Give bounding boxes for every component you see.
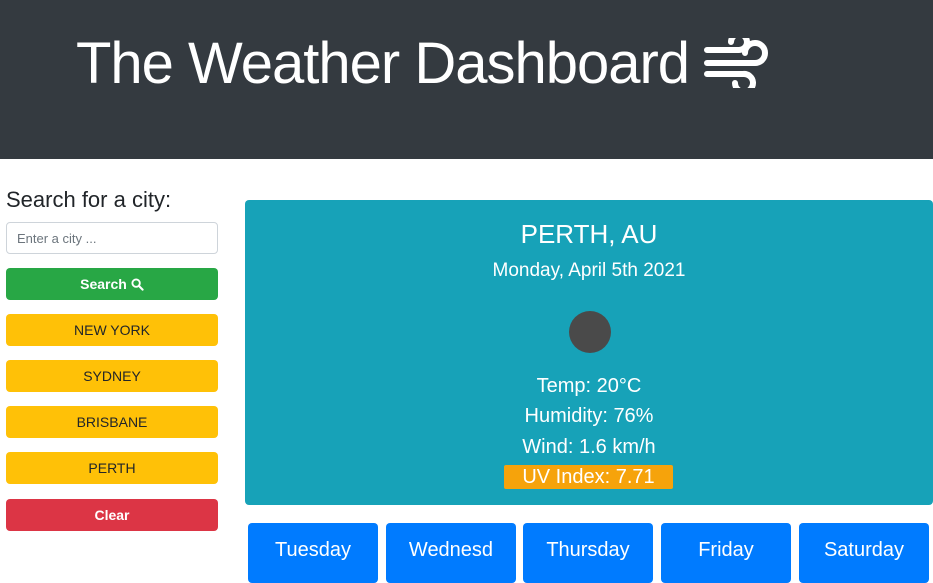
page-title: The Weather Dashboard [76, 31, 690, 96]
current-weather-card: PERTH, AU Monday, April 5th 2021 Temp: 2… [245, 200, 933, 505]
search-button-label: Search [80, 276, 127, 292]
humidity: Humidity: 76% [524, 405, 654, 427]
search-icon [131, 277, 144, 291]
forecast-card-saturday: Saturday [799, 523, 929, 583]
forecast-card-wednesday: Wednesd [386, 523, 516, 583]
city-button-sydney[interactable]: SYDNEY [6, 360, 218, 392]
search-sidebar: Search for a city: Search NEW YORK SYDNE… [6, 186, 218, 531]
uv-index-badge: UV Index: 7.71 [504, 465, 673, 489]
city-name: PERTH, AU [520, 219, 658, 249]
search-button[interactable]: Search [6, 268, 218, 300]
forecast-card-thursday: Thursday [523, 523, 653, 583]
page-header: The Weather Dashboard [0, 0, 933, 159]
wind-speed: Wind: 1.6 km/h [522, 436, 656, 458]
city-button-new-york[interactable]: NEW YORK [6, 314, 218, 346]
city-button-perth[interactable]: PERTH [6, 452, 218, 484]
temperature: Temp: 20°C [536, 375, 642, 397]
forecast-card-tuesday: Tuesday [248, 523, 378, 583]
clear-button[interactable]: Clear [6, 499, 218, 531]
weather-icon [569, 311, 611, 353]
forecast-card-friday: Friday [661, 523, 791, 583]
current-date: Monday, April 5th 2021 [492, 260, 686, 281]
search-heading: Search for a city: [6, 187, 172, 212]
wind-icon [704, 38, 768, 88]
city-search-input[interactable] [6, 222, 218, 254]
city-button-brisbane[interactable]: BRISBANE [6, 406, 218, 438]
